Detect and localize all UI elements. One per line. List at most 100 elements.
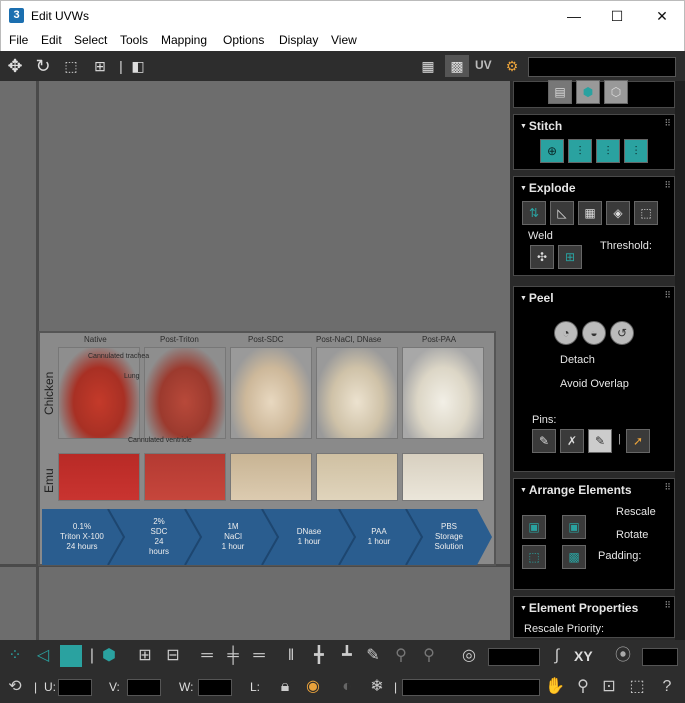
pack-normalize-icon[interactable]: ▣ — [522, 515, 546, 539]
pack-custom-icon[interactable]: ⬚ — [522, 545, 546, 569]
menu-edit[interactable]: Edit — [41, 33, 62, 47]
menu-select[interactable]: Select — [74, 33, 107, 47]
mirror-icon[interactable]: ◧ — [126, 55, 150, 77]
settings-icon[interactable]: ⚙ — [500, 55, 524, 77]
pack-together-icon[interactable]: ▣ — [562, 515, 586, 539]
close-button[interactable]: ✕ — [650, 5, 674, 27]
scale-icon[interactable]: ⬚ — [60, 55, 82, 77]
menu-tools[interactable]: Tools — [120, 33, 148, 47]
grip-icon[interactable]: ⠿ — [664, 118, 671, 129]
w-coordinate-field[interactable] — [198, 679, 232, 696]
soft-selection-value[interactable] — [488, 648, 540, 666]
snap-value[interactable] — [642, 648, 678, 666]
maximize-button[interactable]: ☐ — [605, 5, 629, 27]
avoid-overlap-label[interactable]: Avoid Overlap — [560, 378, 629, 390]
zoom-region-icon[interactable]: ⊡ — [598, 676, 620, 698]
brush-shrink-icon[interactable]: ⚲ — [418, 645, 440, 667]
zoom-icon[interactable]: ⚲ — [572, 676, 594, 698]
grip-icon[interactable]: ⠿ — [664, 482, 671, 493]
zoom-extents-icon[interactable]: ⬚ — [626, 676, 648, 698]
rescale-priority-label: Rescale Priority: — [524, 623, 605, 635]
flatten-icon[interactable]: ▤ — [548, 80, 572, 104]
flatten-by-angle-icon[interactable]: ◺ — [550, 201, 574, 225]
ring-grow-icon[interactable]: ╪ — [220, 645, 246, 667]
texture-dropdown[interactable] — [528, 57, 676, 77]
loop-shrink-icon[interactable]: ┻ — [336, 645, 358, 667]
paint-select-icon[interactable]: ✎ — [362, 645, 384, 667]
select-pins-icon[interactable]: ➚ — [626, 429, 650, 453]
selection-set-dropdown[interactable] — [402, 679, 540, 696]
snap-icon[interactable]: ⦿ — [612, 645, 634, 667]
photo-chicken-triton — [144, 347, 226, 439]
ring-shrink-icon[interactable]: ═ — [246, 645, 272, 667]
menu-display[interactable]: Display — [279, 33, 318, 47]
polygon-break-icon[interactable]: ◈ — [606, 201, 630, 225]
vertex-mode-icon[interactable]: ⁘ — [4, 645, 26, 667]
stitch-custom-icon[interactable]: ⫶ — [624, 139, 648, 163]
panel-scrollbar[interactable] — [675, 81, 685, 640]
ring-icon[interactable]: ═ — [194, 645, 220, 667]
stitch-title[interactable]: Stitch — [520, 119, 562, 133]
cube-icon[interactable]: ⬡ — [604, 80, 628, 104]
rescale-label[interactable]: Rescale — [616, 506, 656, 518]
falloff-curve-icon[interactable]: ∫ — [546, 645, 568, 667]
rotate-icon[interactable]: ↻ — [32, 55, 54, 77]
checker-pattern-icon[interactable]: ▦ — [416, 55, 440, 77]
menu-view[interactable]: View — [331, 33, 357, 47]
brush-grow-icon[interactable]: ⚲ — [390, 645, 412, 667]
grip-icon[interactable]: ⠿ — [664, 180, 671, 191]
tool-panel: ▤ ⬢ ⬡ Stitch ⠿ ⊕ ⫶ ⫶ ⫶ Explode ⠿ ⇅ ◺ ▦ ◈… — [510, 80, 685, 640]
element-mode-icon[interactable]: ⬢ — [98, 645, 120, 667]
peel-mode-icon[interactable]: ◒ — [582, 321, 606, 345]
stitch-average-icon[interactable]: ⫶ — [568, 139, 592, 163]
photo-chicken-nacl — [316, 347, 398, 439]
explode-icon[interactable]: ⇅ — [522, 201, 546, 225]
grip-icon[interactable]: ⠿ — [664, 600, 671, 611]
lock-icon[interactable]: 🔒︎ — [274, 676, 296, 698]
edge-break-icon[interactable]: ⬚ — [634, 201, 658, 225]
pack-uniform-icon[interactable]: ▩ — [562, 545, 586, 569]
unpin-icon[interactable]: ✗ — [560, 429, 584, 453]
soft-selection-icon[interactable]: ◎ — [458, 645, 480, 667]
element-properties-title[interactable]: Element Properties — [520, 601, 638, 615]
xy-label[interactable]: XY — [574, 648, 593, 664]
arrange-title[interactable]: Arrange Elements — [520, 483, 632, 497]
loop-grow-icon[interactable]: ╋ — [308, 645, 330, 667]
weld-selected-icon[interactable]: ✣ — [530, 245, 554, 269]
shrink-selection-icon[interactable]: ⊟ — [162, 645, 184, 667]
uv-label[interactable]: UV — [475, 58, 492, 72]
v-coordinate-field[interactable] — [127, 679, 161, 696]
u-coordinate-field[interactable] — [58, 679, 92, 696]
reset-peel-icon[interactable]: ↺ — [610, 321, 634, 345]
grow-selection-icon[interactable]: ⊞ — [134, 645, 156, 667]
help-icon[interactable]: ? — [656, 676, 678, 698]
explode-title[interactable]: Explode — [520, 181, 576, 195]
pin-icon[interactable]: ✎ — [532, 429, 556, 453]
edge-mode-icon[interactable]: ◁ — [32, 645, 54, 667]
show-map-icon[interactable]: ▩ — [445, 55, 469, 77]
face-mode-icon[interactable] — [60, 645, 82, 667]
loop-icon[interactable]: ‖ — [280, 645, 302, 667]
menu-mapping[interactable]: Mapping — [161, 33, 207, 47]
weld-all-icon[interactable]: ⊞ — [558, 245, 582, 269]
peel-title[interactable]: Peel — [520, 291, 554, 305]
freeform-icon[interactable]: ⊞ — [88, 55, 112, 77]
move-icon[interactable]: ✥ — [4, 55, 26, 77]
menu-options[interactable]: Options — [223, 33, 264, 47]
stitch-to-target-icon[interactable]: ⊕ — [540, 139, 564, 163]
grip-icon[interactable]: ⠿ — [664, 290, 671, 301]
detach-label[interactable]: Detach — [560, 354, 595, 366]
menu-file[interactable]: File — [9, 33, 28, 47]
rotate-label[interactable]: Rotate — [616, 529, 648, 541]
visibility-icon[interactable]: ◉ — [302, 676, 324, 698]
quick-peel-icon[interactable]: ◔ — [554, 321, 578, 345]
hide-icon[interactable]: ◐ — [336, 676, 358, 698]
pan-icon[interactable]: ✋ — [544, 676, 566, 698]
minimize-button[interactable]: — — [562, 5, 586, 27]
grid-break-icon[interactable]: ▦ — [578, 201, 602, 225]
stitch-source-icon[interactable]: ⫶ — [596, 139, 620, 163]
freeze-icon[interactable]: ❄ — [366, 676, 388, 698]
auto-pin-icon[interactable]: ✎ — [588, 429, 612, 453]
cube-map-icon[interactable]: ⬢ — [576, 80, 600, 104]
transform-mode-icon[interactable]: ⟲ — [4, 676, 26, 698]
